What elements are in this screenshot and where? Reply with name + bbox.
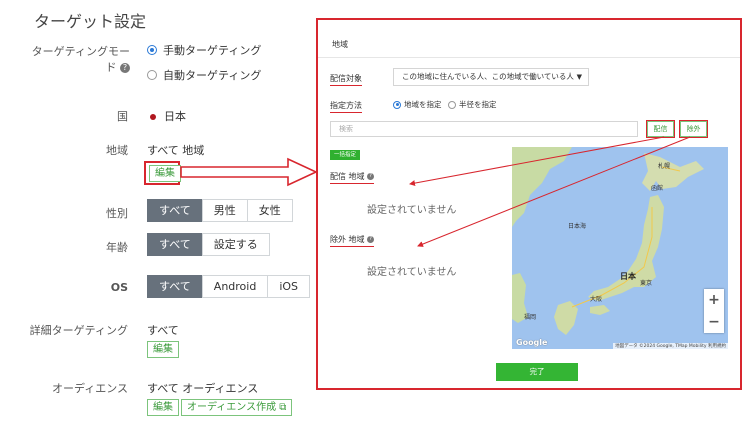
- gender-female-button[interactable]: 女性: [246, 199, 293, 222]
- map-zoom-controls: + −: [704, 289, 724, 333]
- delivery-target-label: 配信対象: [330, 73, 362, 86]
- deliver-area-empty-text: 設定されていません: [367, 205, 457, 216]
- radio-manual-targeting[interactable]: 手動ターゲティング: [147, 42, 261, 58]
- map-graphic: [512, 147, 728, 349]
- external-link-icon: ⧉: [279, 402, 287, 413]
- deliver-button[interactable]: 配信: [646, 120, 675, 138]
- age-custom-button[interactable]: 設定する: [201, 233, 270, 256]
- map-label-sapporo: 札幌: [658, 163, 671, 170]
- gender-segment: すべて 男性 女性: [147, 199, 293, 222]
- method-label: 指定方法: [330, 100, 362, 113]
- modal-header: 地域: [318, 20, 740, 58]
- modal-title: 地域: [332, 40, 348, 49]
- exclude-area-label: 除外 地域 ?: [330, 234, 375, 247]
- map-label-osaka: 大阪: [590, 296, 603, 303]
- age-segment: すべて 設定する: [147, 233, 270, 256]
- age-label: 年齢: [106, 241, 128, 254]
- region-modal: 地域 配信対象 この地域に住んでいる人、この地域で働いている人 ▼ 指定方法 地…: [316, 18, 742, 390]
- detail-edit-button[interactable]: 編集: [147, 341, 179, 358]
- map-label-tokyo: 東京: [640, 280, 653, 287]
- audience-label: オーディエンス: [51, 382, 128, 395]
- country-label: 国: [117, 110, 128, 123]
- audience-edit-button[interactable]: 編集: [147, 399, 179, 416]
- region-map[interactable]: 札幌 函館 日本海 日本 東京 大阪 福岡 + − Google 地図データ ©…: [512, 147, 728, 349]
- bulk-specify-badge[interactable]: 一括指定: [330, 150, 361, 160]
- deliver-area-label: 配信 地域 ?: [330, 171, 375, 184]
- country-dot-icon: [150, 114, 156, 120]
- os-ios-button[interactable]: iOS: [267, 275, 311, 298]
- delivery-target-select[interactable]: この地域に住んでいる人、この地域で働いている人 ▼: [393, 68, 589, 86]
- google-logo: Google: [516, 338, 548, 347]
- audience-create-button[interactable]: オーディエンス作成 ⧉: [181, 399, 293, 416]
- big-arrow-icon: [180, 157, 318, 187]
- radio-unselected-icon: [448, 100, 456, 109]
- exclude-button[interactable]: 除外: [679, 120, 708, 138]
- detail-targeting-label: 詳細ターゲティング: [29, 324, 128, 337]
- map-label-hakodate: 函館: [651, 185, 664, 192]
- page-title: ターゲット設定: [34, 12, 147, 31]
- done-button[interactable]: 完了: [496, 363, 578, 381]
- targeting-mode-label: ターゲティングモード ?: [31, 45, 130, 74]
- help-icon[interactable]: ?: [367, 173, 375, 180]
- age-all-button[interactable]: すべて: [147, 233, 203, 256]
- region-edit-button[interactable]: 編集: [149, 165, 181, 182]
- radio-specify-region[interactable]: 地域を指定: [393, 99, 442, 110]
- zoom-out-button[interactable]: −: [704, 311, 724, 333]
- map-label-fukuoka: 福岡: [524, 314, 537, 321]
- country-value: 日本: [150, 108, 186, 124]
- radio-selected-icon: [393, 100, 401, 109]
- os-segment: すべて Android iOS: [147, 275, 311, 298]
- map-label-japan: 日本: [620, 272, 636, 281]
- audience-value: すべて オーディエンス: [147, 382, 259, 395]
- help-icon[interactable]: ?: [367, 236, 375, 243]
- gender-male-button[interactable]: 男性: [201, 199, 248, 222]
- region-label: 地域: [106, 144, 128, 157]
- zoom-in-button[interactable]: +: [704, 289, 724, 311]
- exclude-area-empty-text: 設定されていません: [367, 267, 457, 278]
- region-value: すべて 地域: [147, 144, 205, 157]
- os-android-button[interactable]: Android: [201, 275, 269, 298]
- radio-unselected-icon: [147, 70, 157, 80]
- radio-auto-targeting[interactable]: 自動ターゲティング: [147, 67, 261, 83]
- radio-specify-radius[interactable]: 半径を指定: [448, 99, 497, 110]
- radio-selected-icon: [147, 45, 157, 55]
- region-search-input[interactable]: 検索: [330, 121, 638, 137]
- gender-label: 性別: [106, 207, 128, 220]
- os-all-button[interactable]: すべて: [147, 275, 203, 298]
- map-label-sea: 日本海: [568, 223, 587, 230]
- detail-targeting-value: すべて: [147, 324, 179, 337]
- chevron-down-icon: ▼: [576, 73, 582, 81]
- map-attribution[interactable]: 地図データ ©2024 Google, TMap Mobility 利用規約: [613, 343, 728, 349]
- help-icon[interactable]: ?: [120, 63, 130, 73]
- gender-all-button[interactable]: すべて: [147, 199, 203, 222]
- os-label: OS: [110, 281, 128, 294]
